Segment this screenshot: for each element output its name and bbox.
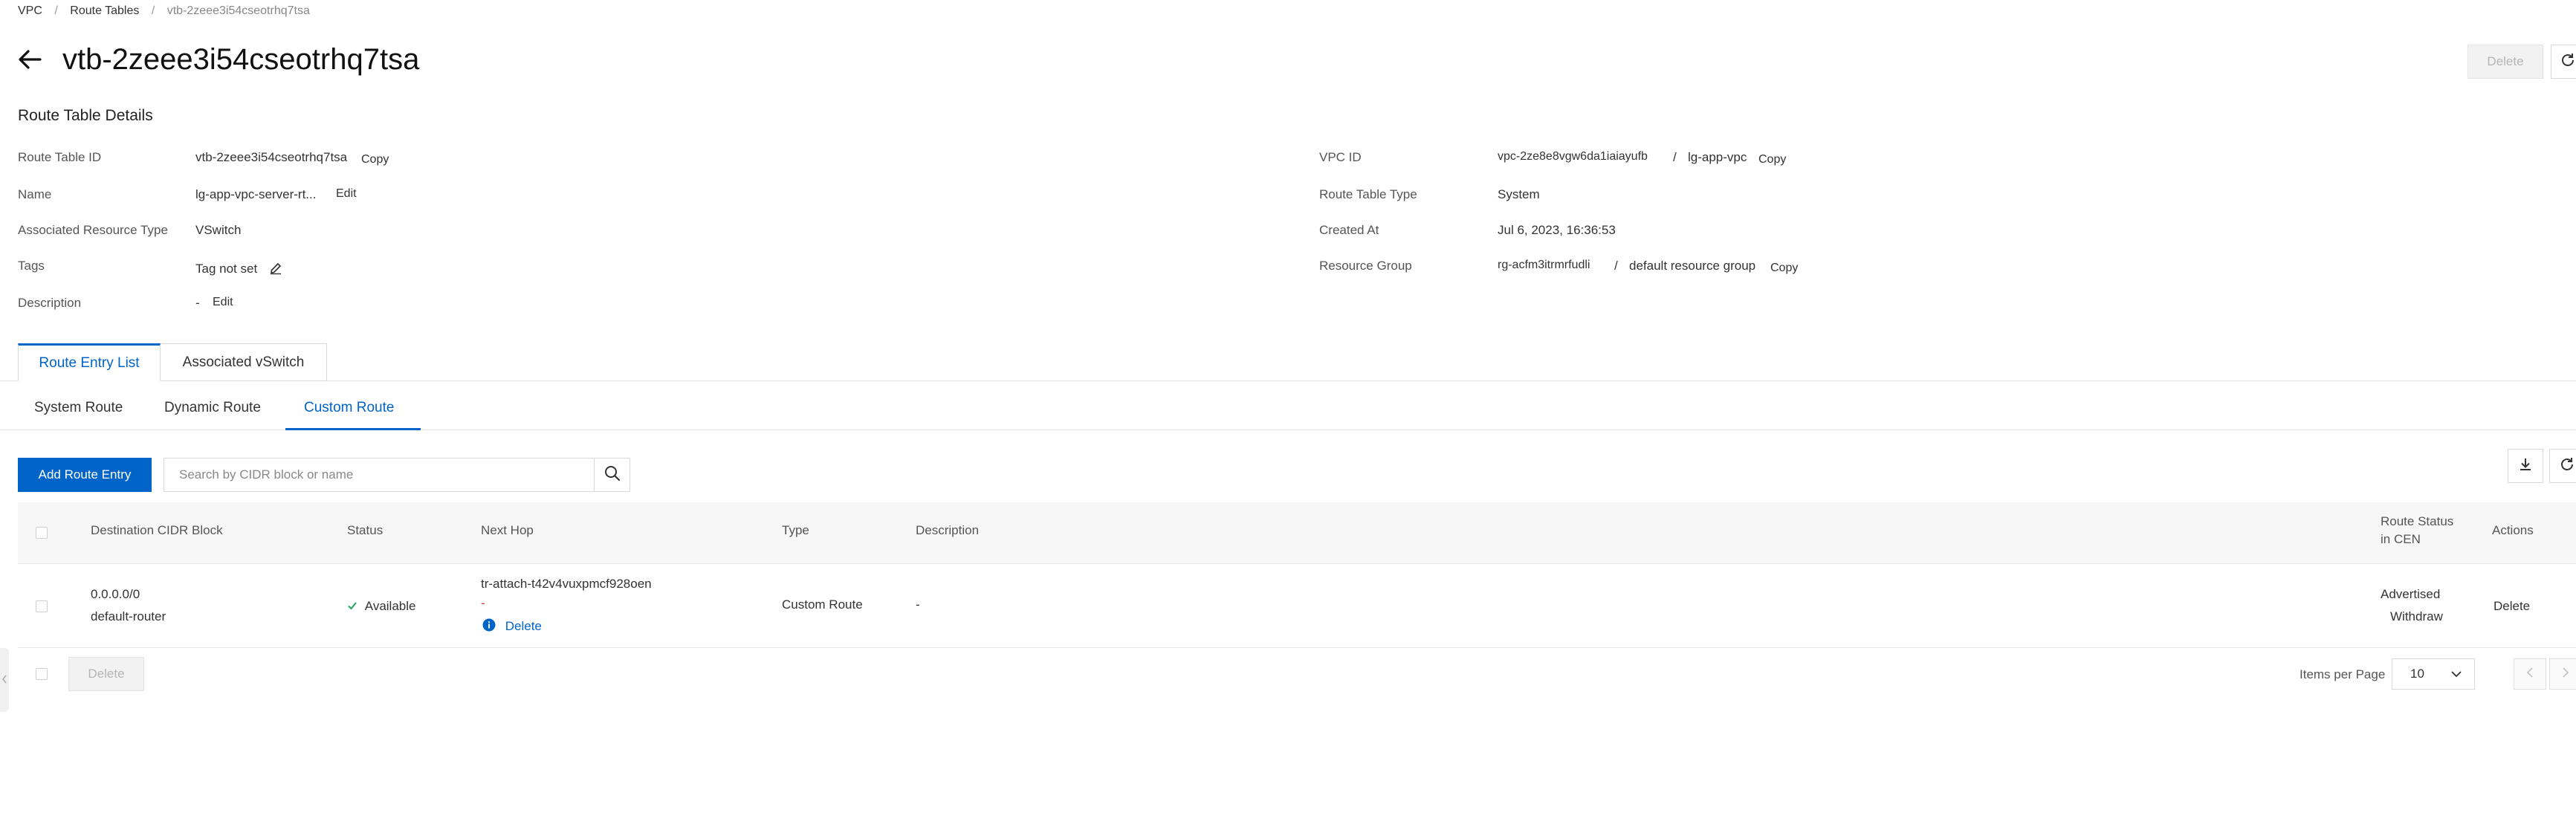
route-table-id-value: vtb-2zeee3i54cseotrhq7tsa [195, 150, 348, 164]
sidebar-collapse-handle[interactable] [0, 648, 9, 712]
select-all-checkbox[interactable] [36, 527, 48, 539]
search-button[interactable] [595, 458, 630, 492]
chevron-right-icon [2562, 667, 2569, 682]
created-at-value: Jul 6, 2023, 16:36:53 [1498, 223, 1616, 237]
header-type: Type [782, 523, 809, 537]
breadcrumb: VPC / Route Tables / vtb-2zeee3i54cseotr… [18, 4, 310, 18]
header-next-hop: Next Hop [481, 523, 534, 537]
rg-separator: / [1614, 259, 1618, 273]
cell-destination: 0.0.0.0/0 [91, 587, 140, 601]
created-at-label: Created At [1319, 223, 1379, 237]
tab-route-entry-list[interactable]: Route Entry List [18, 343, 161, 381]
search-box [164, 458, 595, 492]
name-label: Name [18, 187, 52, 201]
next-page-button[interactable] [2549, 658, 2576, 690]
cell-name: default-router [91, 609, 166, 623]
download-icon [2517, 456, 2534, 476]
edit-name-link[interactable]: Edit [336, 187, 357, 201]
breadcrumb-separator: / [151, 4, 155, 17]
cell-description: - [916, 597, 920, 612]
page-size-value: 10 [2410, 667, 2424, 681]
vpc-id-link[interactable]: vpc-2ze8e8vgw6da1iaiayufb [1498, 150, 1648, 163]
cell-type: Custom Route [782, 597, 863, 612]
refresh-icon [2559, 456, 2575, 476]
resource-group-label: Resource Group [1319, 259, 1412, 273]
tags-label: Tags [18, 259, 45, 273]
add-route-entry-button[interactable]: Add Route Entry [18, 458, 152, 492]
row-divider [18, 647, 2576, 648]
route-table-id-label: Route Table ID [18, 150, 102, 164]
batch-delete-button[interactable]: Delete [68, 657, 144, 691]
header-cen-status: Route Status in CEN [2381, 514, 2453, 547]
search-icon [603, 464, 621, 486]
back-arrow-icon[interactable] [15, 45, 45, 74]
status-text: Available [364, 599, 416, 613]
header-cen-status-line2: in CEN [2381, 532, 2421, 546]
tabs-divider [0, 380, 2576, 381]
header-actions: Actions [2492, 523, 2534, 537]
row-delete-link[interactable]: Delete [2494, 599, 2530, 614]
header-destination: Destination CIDR Block [91, 523, 223, 537]
chevron-down-icon [2450, 667, 2462, 681]
info-icon [482, 618, 496, 635]
cell-status: Available [347, 599, 415, 615]
breadcrumb-vpc[interactable]: VPC [18, 4, 42, 17]
breadcrumb-current: vtb-2zeee3i54cseotrhq7tsa [166, 4, 310, 17]
vpc-copy-link[interactable]: Copy [1758, 153, 1786, 166]
subtab-active-indicator [285, 428, 421, 430]
table-header [18, 502, 2576, 563]
vpc-separator: / [1673, 150, 1677, 164]
chevron-left-icon [1, 674, 7, 686]
vpc-name: lg-app-vpc [1688, 150, 1747, 164]
subtab-system-route[interactable]: System Route [34, 400, 123, 416]
header-status: Status [347, 523, 384, 537]
page-title: vtb-2zeee3i54cseotrhq7tsa [62, 43, 420, 76]
resource-group-link[interactable]: rg-acfm3itrmrfudli [1498, 259, 1590, 272]
description-value: - [195, 296, 200, 310]
refresh-button[interactable] [2551, 45, 2576, 79]
tab-associated-vswitch[interactable]: Associated vSwitch [161, 343, 327, 381]
header-description: Description [916, 523, 980, 537]
resource-group-copy-link[interactable]: Copy [1770, 262, 1798, 275]
assoc-type-value: VSwitch [195, 223, 242, 237]
checkmark-icon [347, 600, 357, 615]
name-value: lg-app-vpc-server-rt... [195, 187, 317, 201]
cell-next-hop-dash: - [481, 596, 485, 610]
breadcrumb-separator: / [54, 4, 58, 17]
description-label: Description [18, 296, 82, 310]
assoc-type-label: Associated Resource Type [18, 223, 168, 237]
subtab-custom-route[interactable]: Custom Route [304, 400, 394, 416]
subtab-dynamic-route[interactable]: Dynamic Route [164, 400, 261, 416]
resource-group-name: default resource group [1629, 259, 1756, 273]
search-input[interactable] [164, 458, 594, 491]
prev-page-button[interactable] [2514, 658, 2546, 690]
cell-cen-status: Advertised [2381, 587, 2441, 601]
page-size-select[interactable]: 10 [2392, 658, 2475, 690]
route-table-type-label: Route Table Type [1319, 187, 1417, 201]
tags-value: Tag not set [195, 262, 258, 276]
next-hop-delete-link[interactable]: Delete [505, 619, 542, 633]
refresh-icon [2560, 52, 2576, 72]
cell-next-hop: tr-attach-t42v4vuxpmcf928oen [481, 577, 652, 591]
delete-button[interactable]: Delete [2467, 45, 2543, 79]
section-title: Route Table Details [18, 107, 153, 124]
edit-pencil-icon[interactable] [269, 262, 282, 279]
route-table-type-value: System [1498, 187, 1540, 201]
refresh-table-button[interactable] [2549, 449, 2576, 483]
bottom-select-all-checkbox[interactable] [36, 668, 48, 680]
chevron-left-icon [2526, 667, 2534, 682]
download-button[interactable] [2508, 449, 2543, 483]
edit-description-link[interactable]: Edit [213, 296, 233, 309]
copy-link[interactable]: Copy [361, 153, 389, 166]
next-hop-delete[interactable]: Delete [482, 618, 542, 635]
row-checkbox[interactable] [36, 600, 48, 612]
vpc-id-label: VPC ID [1319, 150, 1362, 164]
items-per-page-label: Items per Page [2300, 667, 2386, 681]
breadcrumb-route-tables[interactable]: Route Tables [70, 4, 139, 17]
header-divider [18, 563, 2576, 564]
withdraw-link[interactable]: Withdraw [2390, 609, 2443, 624]
header-cen-status-line1: Route Status [2381, 514, 2454, 528]
